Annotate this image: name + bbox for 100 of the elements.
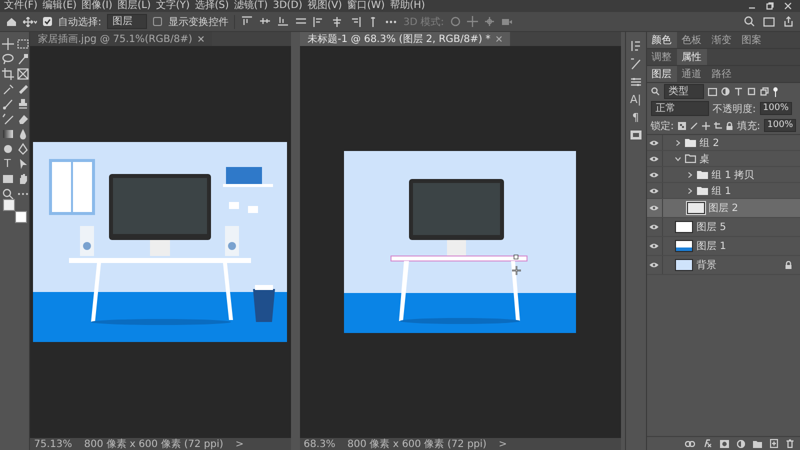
layer-row[interactable]: 图层 1	[646, 237, 800, 256]
adjustment-filter-icon[interactable]	[720, 87, 730, 96]
crop-icon[interactable]	[2, 68, 14, 80]
blend-mode-dropdown[interactable]: 正常	[650, 101, 709, 116]
background-swatch[interactable]	[15, 210, 27, 222]
expand-arrow[interactable]: >	[498, 438, 507, 450]
layer-dropdown[interactable]: 图层	[107, 14, 148, 29]
lock-icon[interactable]	[785, 261, 792, 269]
image-filter-icon[interactable]	[708, 88, 717, 96]
marquee-icon[interactable]	[16, 38, 28, 50]
eraser-icon[interactable]	[16, 112, 28, 124]
fill-field[interactable]: 100%	[764, 119, 796, 132]
layer-row[interactable]: 图层 2	[646, 199, 800, 218]
close-icon[interactable]	[496, 36, 502, 42]
search-icon[interactable]	[650, 87, 660, 96]
search-icon[interactable]	[744, 16, 755, 27]
restore-icon[interactable]	[766, 2, 774, 10]
panel-tab[interactable]: 颜色	[646, 32, 677, 48]
brush-icon[interactable]	[690, 122, 698, 130]
eye-icon[interactable]	[649, 188, 660, 194]
align-icon[interactable]	[349, 16, 362, 28]
home-icon[interactable]	[6, 16, 17, 26]
circle-icon[interactable]	[2, 142, 14, 154]
adjustment-icon[interactable]	[737, 440, 745, 448]
panel-tab[interactable]: 渐变	[706, 32, 737, 48]
chevron-right-icon[interactable]	[686, 172, 693, 178]
opacity-field[interactable]: 100%	[760, 102, 792, 115]
foreground-swatch[interactable]	[3, 198, 15, 210]
eye-icon[interactable]	[649, 172, 660, 178]
chevron-right-icon[interactable]	[674, 140, 681, 146]
menu-item[interactable]: 选择(S)	[194, 0, 229, 12]
align-icon[interactable]	[277, 16, 290, 28]
lock-icon[interactable]	[726, 122, 733, 130]
eye-icon[interactable]	[649, 156, 660, 162]
more-icon[interactable]	[385, 20, 398, 24]
menu-item[interactable]: 滤镜(T)	[234, 0, 268, 12]
link-icon[interactable]	[685, 440, 695, 446]
stamp-icon[interactable]	[16, 98, 28, 110]
share-icon[interactable]	[783, 16, 794, 27]
move-icon[interactable]	[2, 38, 14, 50]
panel-button[interactable]: ¶	[632, 112, 640, 124]
zoom-icon[interactable]	[2, 188, 14, 200]
rectangle-icon[interactable]	[2, 172, 14, 184]
close-icon[interactable]	[784, 2, 792, 10]
type-filter-icon[interactable]	[734, 87, 743, 96]
close-icon[interactable]	[198, 36, 204, 42]
chevron-down-icon[interactable]	[674, 156, 681, 162]
menu-item[interactable]: 帮助(H)	[390, 0, 426, 12]
frame-icon[interactable]	[16, 68, 28, 80]
brush-icon[interactable]	[2, 112, 14, 124]
smart-object-filter-icon[interactable]	[760, 87, 769, 96]
wand-icon[interactable]	[16, 52, 28, 64]
panel-tab[interactable]: 图层	[646, 66, 677, 82]
text-tool[interactable]: T	[4, 158, 11, 170]
new-layer-icon[interactable]	[770, 439, 778, 448]
toggle-icon[interactable]	[772, 86, 778, 96]
menu-item[interactable]: 视图(V)	[307, 0, 342, 12]
document-tab[interactable]: 未标题-1 @ 68.3% (图层 2, RGB/8#) *	[300, 32, 510, 46]
eyedropper-icon[interactable]	[2, 82, 14, 94]
menu-item[interactable]: 编辑(E)	[42, 0, 77, 12]
eye-icon[interactable]	[649, 243, 660, 249]
panel-tab[interactable]: 调整	[646, 49, 677, 65]
panel-button[interactable]: A|	[630, 94, 642, 106]
menu-item[interactable]: 图层(L)	[117, 0, 151, 12]
panel-tab[interactable]: 路径	[706, 66, 737, 82]
layer-row[interactable]: 图层 5	[646, 218, 800, 237]
sliders-icon[interactable]	[630, 76, 642, 88]
menu-item[interactable]: 图像(I)	[82, 0, 112, 12]
rotate-icon[interactable]	[450, 16, 461, 27]
panel-tab[interactable]: 色板	[676, 32, 707, 48]
chevron-right-icon[interactable]	[686, 188, 693, 194]
pen-icon[interactable]	[16, 142, 28, 154]
brush-icon[interactable]	[2, 98, 14, 110]
eye-icon[interactable]	[649, 262, 660, 268]
move-icon[interactable]	[23, 16, 37, 26]
folder-icon[interactable]	[753, 440, 762, 448]
layer-row[interactable]: 背景	[646, 256, 800, 275]
checkbox[interactable]	[153, 17, 162, 26]
align-icon[interactable]	[241, 16, 254, 28]
eye-icon[interactable]	[649, 224, 660, 230]
menu-item[interactable]: 3D(D)	[272, 0, 302, 12]
filter-dropdown[interactable]: 类型	[664, 84, 704, 99]
mask-icon[interactable]	[720, 440, 729, 448]
layer-row[interactable]: 桌	[646, 151, 800, 167]
panel-tab[interactable]: 属性	[676, 49, 707, 65]
trash-icon[interactable]	[786, 439, 794, 448]
expand-arrow[interactable]: >	[235, 438, 244, 450]
layer-row[interactable]: 组 1 拷贝	[646, 167, 800, 183]
frame-icon[interactable]	[763, 16, 775, 26]
pan-icon[interactable]	[467, 16, 478, 27]
align-icon[interactable]	[331, 16, 344, 28]
eye-icon[interactable]	[649, 205, 660, 211]
effects-icon[interactable]	[703, 439, 712, 448]
shape-filter-icon[interactable]	[746, 87, 756, 96]
lock-pixels-icon[interactable]	[678, 122, 686, 130]
lasso-icon[interactable]	[2, 52, 14, 64]
panel-tab[interactable]: 通道	[676, 66, 707, 82]
panel-tab[interactable]: 图案	[736, 32, 767, 48]
eye-icon[interactable]	[649, 140, 660, 146]
layer-row[interactable]: 组 2	[646, 135, 800, 151]
